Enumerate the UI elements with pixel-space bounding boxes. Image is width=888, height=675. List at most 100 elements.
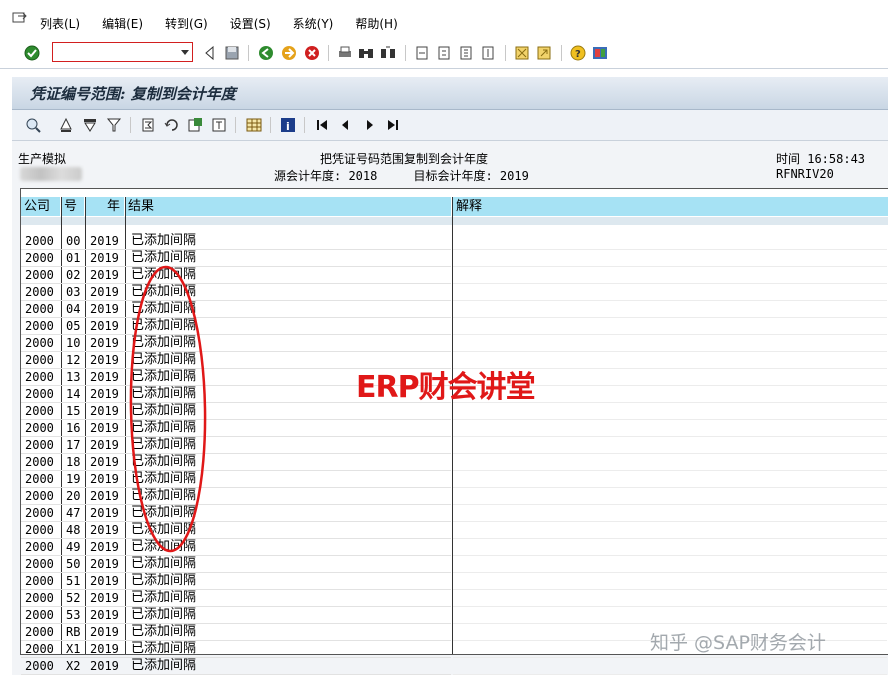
table-row[interactable]: 2000 X1 2019 已添加间隔 bbox=[21, 641, 451, 658]
table-row[interactable]: 2000 51 2019 已添加间隔 bbox=[21, 573, 451, 590]
cell-year: 2019 bbox=[90, 302, 119, 316]
next-page-nav-icon[interactable] bbox=[362, 117, 378, 133]
last-page-icon[interactable] bbox=[480, 45, 496, 61]
column-header-company[interactable]: 公司 bbox=[21, 197, 61, 216]
table-row[interactable]: 2000 05 2019 已添加间隔 bbox=[21, 318, 451, 335]
table-row[interactable]: 2000 16 2019 已添加间隔 bbox=[21, 420, 451, 437]
export-icon[interactable] bbox=[187, 117, 203, 133]
exit-icon[interactable] bbox=[281, 45, 297, 61]
cell-result: 已添加间隔 bbox=[131, 233, 197, 248]
cell-company: 2000 bbox=[25, 268, 54, 282]
column-header-year[interactable]: 年 bbox=[85, 197, 125, 216]
table-row[interactable]: 2000 18 2019 已添加间隔 bbox=[21, 454, 451, 471]
table-row[interactable]: 2000 20 2019 已添加间隔 bbox=[21, 488, 451, 505]
find-icon[interactable] bbox=[358, 45, 374, 61]
create-session-icon[interactable] bbox=[514, 45, 530, 61]
previous-page-icon[interactable] bbox=[436, 45, 452, 61]
print-icon[interactable] bbox=[337, 45, 353, 61]
enter-check-icon[interactable] bbox=[24, 45, 40, 61]
details-magnifier-icon[interactable] bbox=[25, 117, 41, 133]
cell-company: 2000 bbox=[25, 455, 54, 469]
table-row[interactable]: 2000 50 2019 已添加间隔 bbox=[21, 556, 451, 573]
table-row[interactable]: 2000 53 2019 已添加间隔 bbox=[21, 607, 451, 624]
table-row[interactable]: 2000 49 2019 已添加间隔 bbox=[21, 539, 451, 556]
result-rows: 2000 00 2019 已添加间隔 2000 01 2019 已添加间隔 2000 02 2019… bbox=[21, 233, 451, 675]
cell-explanation bbox=[453, 505, 887, 522]
menu-settings[interactable]: 设置(S) bbox=[230, 15, 271, 32]
table-row[interactable]: 2000 01 2019 已添加间隔 bbox=[21, 250, 451, 267]
cell-result: 已添加间隔 bbox=[131, 454, 197, 469]
menu-help[interactable]: 帮助(H) bbox=[355, 15, 397, 32]
previous-page-nav-icon[interactable] bbox=[337, 117, 353, 133]
menu-system[interactable]: 系统(Y) bbox=[293, 15, 334, 32]
command-input[interactable] bbox=[55, 44, 177, 62]
cancel-icon[interactable] bbox=[304, 45, 320, 61]
cell-year: 2019 bbox=[90, 540, 119, 554]
back-icon[interactable] bbox=[258, 45, 274, 61]
table-row[interactable]: 2000 X2 2019 已添加间隔 bbox=[21, 658, 451, 675]
report-client-label: 生产模拟 bbox=[18, 152, 67, 166]
total-icon[interactable] bbox=[140, 117, 156, 133]
cell-explanation bbox=[453, 522, 887, 539]
next-page-icon[interactable] bbox=[458, 45, 474, 61]
cell-company: 2000 bbox=[25, 319, 54, 333]
refresh-icon[interactable] bbox=[164, 117, 180, 133]
sort-descending-icon[interactable] bbox=[82, 117, 98, 133]
cell-number: 20 bbox=[66, 489, 81, 503]
column-header-row: 公司 号 年 结果 解释 bbox=[21, 197, 888, 217]
menu-edit[interactable]: 编辑(E) bbox=[102, 15, 143, 32]
cell-year: 2019 bbox=[90, 353, 119, 367]
blurred-user-name bbox=[20, 167, 82, 181]
find-next-icon[interactable] bbox=[380, 45, 396, 61]
help-icon[interactable]: ? bbox=[570, 45, 586, 61]
table-row[interactable]: 2000 RB 2019 已添加间隔 bbox=[21, 624, 451, 641]
cell-year: 2019 bbox=[90, 489, 119, 503]
cell-result: 已添加间隔 bbox=[131, 250, 197, 265]
back-arrow-small-icon[interactable] bbox=[202, 45, 218, 61]
word-processing-icon[interactable] bbox=[211, 117, 227, 133]
cell-company: 2000 bbox=[25, 608, 54, 622]
sort-ascending-icon[interactable] bbox=[58, 117, 74, 133]
table-row[interactable]: 2000 17 2019 已添加间隔 bbox=[21, 437, 451, 454]
cell-result: 已添加间隔 bbox=[131, 539, 197, 554]
layout-menu-icon[interactable] bbox=[592, 45, 608, 61]
cell-company: 2000 bbox=[25, 336, 54, 350]
table-row[interactable]: 2000 52 2019 已添加间隔 bbox=[21, 590, 451, 607]
table-row[interactable]: 2000 19 2019 已添加间隔 bbox=[21, 471, 451, 488]
last-page-nav-icon[interactable] bbox=[385, 117, 401, 133]
cell-explanation bbox=[453, 437, 887, 454]
table-row[interactable]: 2000 48 2019 已添加间隔 bbox=[21, 522, 451, 539]
table-row[interactable]: 2000 03 2019 已添加间隔 bbox=[21, 284, 451, 301]
change-layout-icon[interactable] bbox=[246, 117, 262, 133]
cell-number: 53 bbox=[66, 608, 81, 622]
column-header-number[interactable]: 号 bbox=[61, 197, 85, 216]
system-menu-icon[interactable] bbox=[12, 10, 28, 26]
menu-list[interactable]: 列表(L) bbox=[40, 15, 80, 32]
table-row[interactable]: 2000 04 2019 已添加间隔 bbox=[21, 301, 451, 318]
table-row[interactable]: 2000 00 2019 已添加间隔 bbox=[21, 233, 451, 250]
first-page-nav-icon[interactable] bbox=[314, 117, 330, 133]
cell-result: 已添加间隔 bbox=[131, 267, 197, 282]
first-page-icon[interactable] bbox=[414, 45, 430, 61]
table-row[interactable]: 2000 02 2019 已添加间隔 bbox=[21, 267, 451, 284]
column-header-result[interactable]: 结果 bbox=[125, 197, 452, 216]
cell-number: X2 bbox=[66, 659, 81, 673]
table-row[interactable]: 2000 10 2019 已添加间隔 bbox=[21, 335, 451, 352]
cell-number: 18 bbox=[66, 455, 81, 469]
information-icon[interactable]: i bbox=[280, 117, 296, 133]
menu-goto[interactable]: 转到(G) bbox=[165, 15, 208, 32]
column-header-explanation[interactable]: 解释 bbox=[453, 197, 888, 216]
cell-company: 2000 bbox=[25, 625, 54, 639]
cell-number: 03 bbox=[66, 285, 81, 299]
shortcut-icon[interactable] bbox=[536, 45, 552, 61]
command-dropdown-icon[interactable] bbox=[181, 50, 189, 55]
command-field[interactable] bbox=[52, 42, 193, 62]
cell-number: 01 bbox=[66, 251, 81, 265]
save-icon[interactable] bbox=[224, 45, 240, 61]
cell-year: 2019 bbox=[90, 591, 119, 605]
cell-company: 2000 bbox=[25, 234, 54, 248]
cell-result: 已添加间隔 bbox=[131, 301, 197, 316]
filter-icon[interactable] bbox=[106, 117, 122, 133]
report-time: 时间 16:58:43 bbox=[776, 152, 866, 166]
table-row[interactable]: 2000 47 2019 已添加间隔 bbox=[21, 505, 451, 522]
